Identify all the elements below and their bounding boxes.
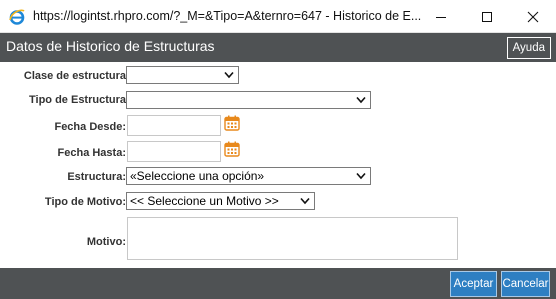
form-area: Clase de estructura Tipo de Estructura F… (0, 62, 556, 268)
close-icon (527, 11, 539, 22)
dialog-title: Datos de Historico de Estructuras (6, 38, 215, 54)
hasta-input[interactable] (127, 141, 221, 162)
motivo-tipo-select[interactable]: << Seleccione un Motivo >> (126, 192, 315, 210)
chevron-down-icon (356, 172, 366, 180)
clase-select[interactable] (126, 66, 239, 84)
window-titlebar: https://logintst.rhpro.com/?_M=&Tipo=A&t… (0, 0, 556, 33)
hasta-label: Fecha Hasta: (57, 147, 126, 159)
tipo-label: Tipo de Estructura (29, 94, 126, 106)
estructura-select-value: «Seleccione una opción» (130, 169, 265, 183)
motivo-tipo-select-value: << Seleccione un Motivo >> (130, 194, 279, 208)
motivo-tipo-label: Tipo de Motivo: (44, 196, 126, 208)
minimize-button[interactable] (418, 0, 464, 33)
accept-button[interactable]: Aceptar (450, 271, 497, 297)
motivo-textarea[interactable] (127, 217, 458, 260)
maximize-button[interactable] (464, 0, 510, 33)
close-button[interactable] (510, 0, 556, 33)
maximize-icon (482, 11, 492, 22)
desde-input[interactable] (127, 115, 221, 136)
motivo-label: Motivo: (86, 236, 126, 248)
tipo-select[interactable] (126, 91, 371, 109)
window-title: https://logintst.rhpro.com/?_M=&Tipo=A&t… (33, 9, 422, 23)
chevron-down-icon (356, 96, 366, 104)
clase-label: Clase de estructura (23, 70, 126, 82)
estructura-label: Estructura: (67, 171, 126, 183)
calendar-icon[interactable] (224, 115, 240, 131)
chevron-down-icon (300, 197, 310, 205)
dialog-header: Datos de Historico de Estructuras Ayuda (0, 33, 556, 62)
help-button[interactable]: Ayuda (506, 37, 551, 59)
estructura-select[interactable]: «Seleccione una opción» (126, 167, 371, 185)
desde-label: Fecha Desde: (54, 121, 126, 133)
chevron-down-icon (224, 71, 234, 79)
minimize-icon (436, 16, 446, 18)
dialog-footer: Aceptar Cancelar (0, 268, 556, 299)
calendar-icon[interactable] (224, 141, 240, 157)
cancel-button[interactable]: Cancelar (501, 271, 550, 297)
ie-icon (9, 9, 25, 25)
